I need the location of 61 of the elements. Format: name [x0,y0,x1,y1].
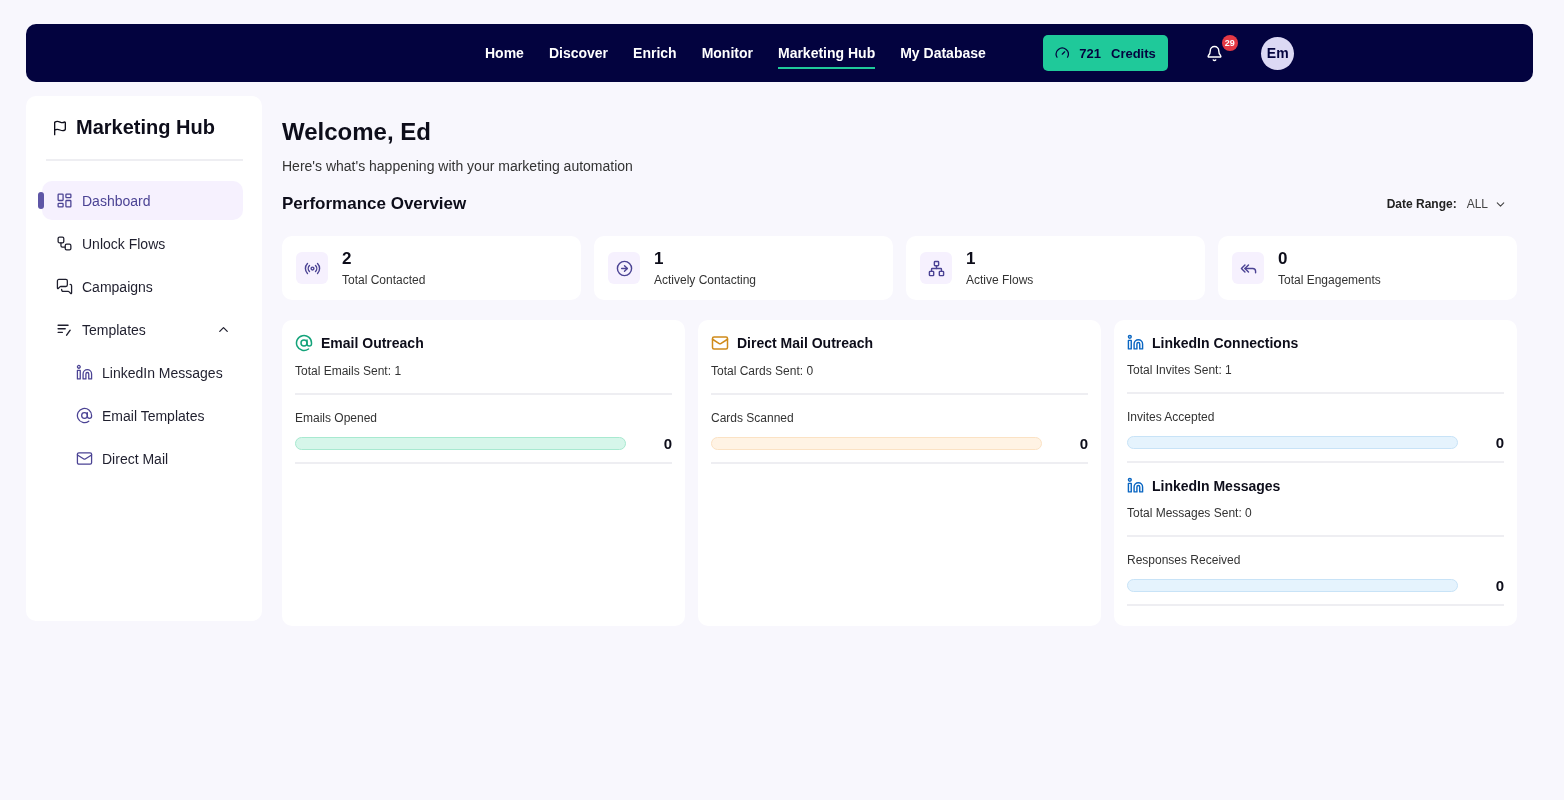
metric-label: Responses Received [1127,553,1242,567]
total-sent-text: Total Cards Sent: 0 [711,352,1088,395]
section-title: Performance Overview [282,194,467,214]
nav-link[interactable]: Enrich [633,39,677,69]
page-subtitle: Here's what's happening with your marketing automation [282,158,634,174]
sidebar-item[interactable]: Unlock Flows [42,224,243,263]
stat-value: 1 [966,249,977,269]
stat-value: 0 [1278,249,1289,269]
envelope-icon [76,450,93,467]
at-sign-icon [76,407,93,424]
linkedin-icon [1127,477,1144,494]
metric-count: 0 [1495,577,1504,594]
envelope-icon [711,334,729,352]
nav-link[interactable]: Discover [548,39,609,69]
credits-button[interactable]: 721 Credits [1042,35,1168,71]
date-range-dropdown[interactable]: ALL [1466,197,1507,211]
metric-label: Cards Scanned [711,411,795,425]
flag-icon [52,119,68,136]
card-title: Email Outreach [321,335,424,351]
active-indicator [38,192,44,209]
metric-count: 0 [1079,435,1088,452]
stat-label: Total Engagements [1278,273,1381,287]
card-title: LinkedIn Messages [1152,477,1281,494]
notification-badge: 29 [1221,34,1238,51]
date-range-label: Date Range: [1386,197,1457,211]
metric-count: 0 [663,435,672,452]
sidebar-item[interactable]: LinkedIn Messages [42,353,243,392]
bell-icon [1205,44,1223,62]
sidebar-item[interactable]: Templates [42,310,243,349]
metric-label: Invites Accepted [1127,410,1216,424]
sidebar-item[interactable]: Campaigns [42,267,243,306]
stat-value: 2 [342,249,353,269]
total-sent-text: Total Invites Sent: 1 [1127,351,1504,394]
card-title: LinkedIn Connections [1152,334,1299,351]
page-title: Welcome, Ed [282,118,432,146]
arrow-circle-icon [615,259,633,277]
metric-label: Emails Opened [295,411,379,425]
linkedin-icon [1127,334,1144,351]
sidebar-title: Marketing Hub [76,116,215,139]
nav-link[interactable]: Marketing Hub [777,39,876,69]
metric-count: 0 [1495,434,1504,451]
total-sent-text: Total Messages Sent: 0 [1127,494,1504,537]
stat-value: 1 [654,249,665,269]
card-title: Direct Mail Outreach [737,335,874,351]
at-sign-icon [295,334,313,352]
stat-label: Total Contacted [342,273,426,287]
total-sent-text: Total Emails Sent: 1 [295,352,672,395]
stat-label: Active Flows [966,273,1034,287]
nav-link[interactable]: Home [485,39,524,69]
nav-link[interactable]: Monitor [701,39,753,69]
nav-link[interactable]: My Database [900,39,986,69]
avatar[interactable]: Em [1260,36,1294,70]
sidebar-item[interactable]: Direct Mail [42,439,243,478]
linkedin-icon [76,364,93,381]
chat-icon [56,278,73,295]
stat-label: Actively Contacting [654,273,757,287]
dashboard-icon [56,192,73,209]
hierarchy-icon [927,259,945,277]
notifications-button[interactable] [1205,44,1223,62]
flow-icon [56,235,73,252]
sidebar-item[interactable]: Email Templates [42,396,243,435]
